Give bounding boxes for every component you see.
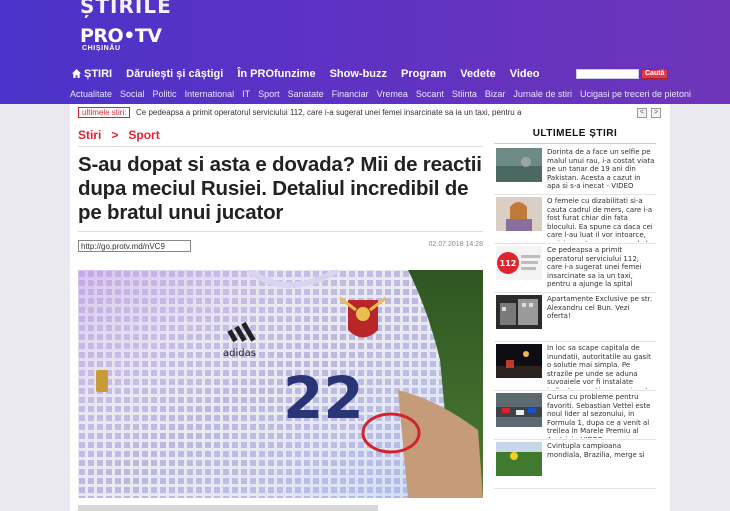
list-item[interactable]: Cursa cu probleme pentru favoriti. Sebas… [494,391,656,440]
article-column: Stiri > Sport S-au dopat si asta e dovada?… [78,122,483,511]
subnav-vremea[interactable]: Vremea [377,89,408,99]
news-thumbnail[interactable] [496,344,542,378]
divider [78,231,483,232]
nav-item-label: ȘTIRI [84,68,113,80]
brand-title[interactable]: ȘTIRILE [80,0,172,18]
nav-item-vedete[interactable]: Vedete [460,68,495,82]
news-thumbnail[interactable] [496,295,542,329]
news-headline[interactable]: Dorinta de a face un selfie pe malul unu… [547,148,655,193]
subnav-sport[interactable]: Sport [258,89,280,99]
svg-text:22: 22 [283,364,364,432]
ticker-badge: ultimele stiri: [78,107,131,118]
subnav-ucigasi[interactable]: Ucigasi pe treceri de pietoni [580,89,691,99]
subnav-bizar[interactable]: Bizar [485,89,506,99]
news-headline[interactable]: Cvintupla campioana mondiala, Brazilia, … [547,442,655,487]
news-ticker: ultimele stiri: Ce pedeapsa a primit ope… [70,104,670,122]
jersey-photo-graphic: adidas 22 [78,270,483,498]
list-item[interactable]: O femeie cu dizabilitati si-a cauta cadr… [494,195,656,244]
subnav-stiinta[interactable]: Stiinta [452,89,477,99]
list-item[interactable]: Dorinta de a face un selfie pe malul unu… [494,146,656,195]
brand-subtitle: CHIȘINĂU [82,45,121,52]
svg-text:112: 112 [500,259,517,268]
content-area: Stiri > Sport S-au dopat si asta e dovada?… [70,122,670,511]
site-header: ȘTIRILE PRO•TV CHIȘINĂU ȘTIRI Dăruiești … [0,0,730,104]
list-item[interactable]: Apartamente Exclusive pe str. Alexandru … [494,293,656,342]
shortlink-field[interactable] [78,240,191,252]
news-thumbnail[interactable] [496,442,542,476]
search-box: Caută [576,69,669,79]
breadcrumb-separator: > [111,128,119,142]
subnav-financiar[interactable]: Financiar [332,89,369,99]
category-nav: Actualitate Social Politic International… [70,89,699,99]
article-datetime: 02.07.2018 14:28 [428,241,484,248]
subnav-politic[interactable]: Politic [153,89,177,99]
nav-item-profunzime[interactable]: În PROfunzime [237,68,315,82]
svg-text:adidas: adidas [223,348,256,359]
ticker-next-button[interactable]: > [651,108,661,118]
subnav-sanatate[interactable]: Sanatate [288,89,324,99]
news-thumbnail[interactable] [496,197,542,231]
breadcrumb-sport[interactable]: Sport [128,128,159,142]
subnav-social[interactable]: Social [120,89,145,99]
search-input[interactable] [576,69,639,79]
breadcrumb: Stiri > Sport [78,128,160,142]
list-item[interactable]: In loc sa scape capitala de inundatii, a… [494,342,656,391]
subnav-it[interactable]: IT [242,89,250,99]
news-thumbnail[interactable]: 112 [496,246,542,280]
ticker-prev-button[interactable]: < [637,108,647,118]
ticker-headline[interactable]: Ce pedeapsa a primit operatorul serviciu… [136,108,556,117]
nav-item-video[interactable]: Video [510,68,540,82]
subnav-socant[interactable]: Socant [416,89,444,99]
nav-item-daruiesti[interactable]: Dăruiești și câștigi [126,68,223,82]
news-headline[interactable]: Ce pedeapsa a primit operatorul serviciu… [547,246,655,291]
news-thumbnail[interactable] [496,148,542,182]
latest-news-title: ULTIMELE ȘTIRI [494,127,656,144]
news-thumbnail[interactable] [496,393,542,427]
news-headline[interactable]: In loc sa scape capitala de inundatii, a… [547,344,655,389]
nav-item-stiri[interactable]: ȘTIRI [72,68,112,82]
news-headline[interactable]: Cursa cu probleme pentru favoriti. Sebas… [547,393,655,438]
subnav-international[interactable]: International [185,89,235,99]
main-nav: ȘTIRI Dăruiești și câștigi În PROfunzime… [72,68,554,82]
nav-item-program[interactable]: Program [401,68,446,82]
breadcrumb-stiri[interactable]: Stiri [78,128,101,142]
latest-news-list: Dorinta de a face un selfie pe malul unu… [494,146,656,489]
article-title: S-au dopat si asta e dovada? Mii de reac… [78,153,482,224]
list-item[interactable]: Cvintupla campioana mondiala, Brazilia, … [494,440,656,489]
latest-news-panel: ULTIMELE ȘTIRI Dorinta de a face un self… [494,122,656,511]
nav-item-show-buzz[interactable]: Show-buzz [330,68,387,82]
news-headline[interactable]: O femeie cu dizabilitati si-a cauta cadr… [547,197,655,242]
subnav-jurnale[interactable]: Jurnale de stiri [513,89,572,99]
search-button[interactable]: Caută [641,69,669,79]
home-icon [72,69,81,78]
news-headline[interactable]: Apartamente Exclusive pe str. Alexandru … [547,295,655,340]
list-item[interactable]: 112 Ce pedeapsa a primit operatorul serv… [494,244,656,293]
divider [78,146,483,147]
protv-logo[interactable]: PRO•TV [80,25,162,47]
caption-placeholder [78,505,378,511]
subnav-actualitate[interactable]: Actualitate [70,89,112,99]
article-photo[interactable]: adidas 22 [78,270,483,498]
